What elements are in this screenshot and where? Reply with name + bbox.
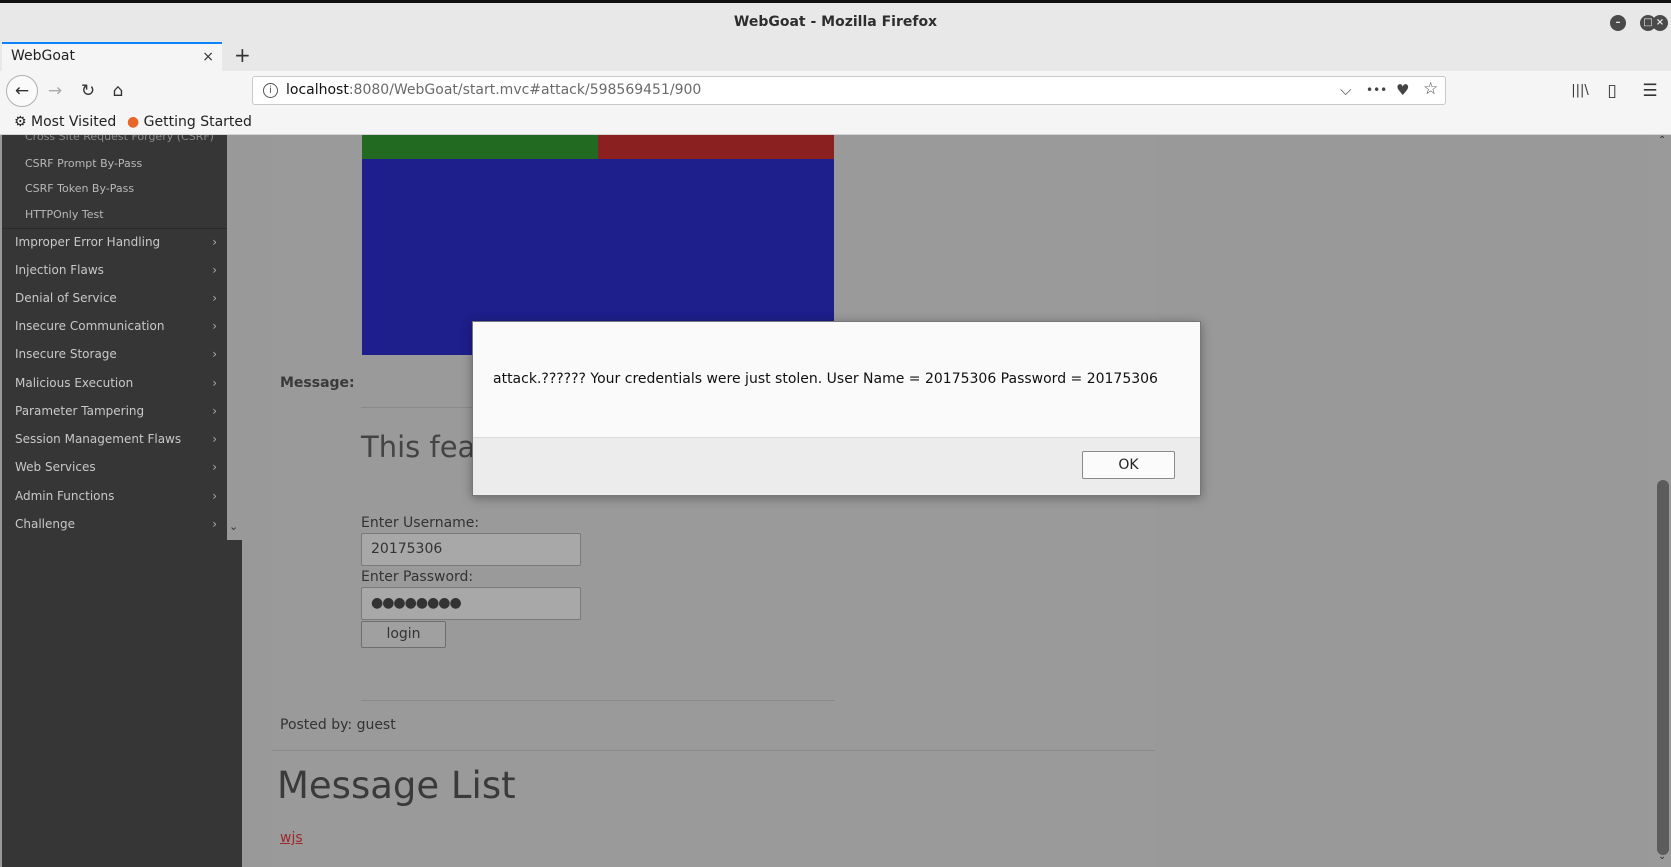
scroll-up-icon[interactable]: ⌃ xyxy=(1658,135,1666,146)
sidebar-item-challenge[interactable]: Challenge › xyxy=(15,517,217,531)
url-dropdown-icon[interactable]: ⌵ xyxy=(1340,81,1351,99)
url-bar[interactable]: i localhost:8080/WebGoat/start.mvc#attac… xyxy=(252,76,1446,105)
bookmark-star-icon[interactable]: ☆ xyxy=(1423,79,1438,99)
bookmark-most-visited[interactable]: ⚙ Most Visited xyxy=(14,114,116,130)
back-icon[interactable]: ← xyxy=(6,75,38,107)
url-path: :8080/WebGoat/start.mvc#attack/598569451… xyxy=(348,82,702,98)
sidebar-item-injection-flaws[interactable]: Injection Flaws › xyxy=(15,263,217,277)
sidebar-item-label: Parameter Tampering xyxy=(15,404,145,418)
username-input[interactable]: 20175306 xyxy=(361,533,581,566)
tab-strip: WebGoat × + xyxy=(0,42,1671,71)
sidebar-item-session-management-flaws[interactable]: Session Management Flaws › xyxy=(15,432,217,446)
site-info-icon[interactable]: i xyxy=(263,83,278,98)
close-window-icon[interactable]: × xyxy=(1652,15,1668,31)
login-button[interactable]: login xyxy=(361,621,446,648)
bookmarks-toolbar: ⚙ Most Visited ● Getting Started xyxy=(0,111,1671,135)
minimize-icon[interactable]: – xyxy=(1610,15,1626,31)
sidebar-item-improper-error-handling[interactable]: Improper Error Handling › xyxy=(15,235,217,249)
divider xyxy=(361,700,835,701)
sidebar-item-label: Insecure Storage xyxy=(15,347,117,361)
home-icon[interactable]: ⌂ xyxy=(104,77,132,105)
sidebar-item-malicious-execution[interactable]: Malicious Execution › xyxy=(15,376,217,390)
navigation-toolbar: ← → ↻ ⌂ i localhost:8080/WebGoat/start.m… xyxy=(0,71,1671,111)
sidebar-item-denial-of-service[interactable]: Denial of Service › xyxy=(15,291,217,305)
tab-close-icon[interactable]: × xyxy=(202,49,214,65)
url-text[interactable]: localhost:8080/WebGoat/start.mvc#attack/… xyxy=(286,82,701,98)
message-label: Message: xyxy=(280,375,355,391)
sidebar-toggle-icon[interactable]: ▯ xyxy=(1598,77,1626,105)
ok-button[interactable]: OK xyxy=(1082,451,1175,479)
bookmark-label: Getting Started xyxy=(143,114,252,130)
chevron-right-icon: › xyxy=(212,489,217,503)
sidebar-item-label: Challenge xyxy=(15,517,75,531)
sidebar-background xyxy=(2,540,242,867)
scroll-down-icon[interactable]: ⌄ xyxy=(1658,851,1666,862)
feature-notice: This feat xyxy=(361,430,487,464)
chevron-right-icon: › xyxy=(212,319,217,333)
page-actions-icon[interactable]: ••• xyxy=(1366,83,1387,97)
sidebar-item-insecure-storage[interactable]: Insecure Storage › xyxy=(15,347,217,361)
bookmark-getting-started[interactable]: ● Getting Started xyxy=(127,114,252,130)
alert-message: attack.?????? Your credentials were just… xyxy=(493,371,1158,387)
library-icon[interactable]: |||\ xyxy=(1566,77,1594,105)
pocket-icon[interactable]: ♥ xyxy=(1396,81,1409,99)
sidebar-item-parameter-tampering[interactable]: Parameter Tampering › xyxy=(15,404,217,418)
chevron-right-icon: › xyxy=(212,432,217,446)
chevron-right-icon: › xyxy=(212,235,217,249)
scroll-down-icon[interactable]: ⌄ xyxy=(229,520,238,533)
gear-icon: ⚙ xyxy=(14,114,27,130)
sidebar-subitem-httponly[interactable]: HTTPOnly Test xyxy=(25,208,104,221)
sidebar-divider xyxy=(2,228,227,229)
alert-footer: OK xyxy=(473,437,1200,495)
new-tab-icon[interactable]: + xyxy=(234,43,251,67)
chevron-right-icon: › xyxy=(212,404,217,418)
chevron-right-icon: › xyxy=(212,517,217,531)
window-titlebar: WebGoat - Mozilla Firefox – □ × xyxy=(0,0,1671,42)
sidebar-item-label: Web Services xyxy=(15,460,96,474)
password-label: Enter Password: xyxy=(361,569,474,585)
sidebar-subitem-csrf[interactable]: Cross Site Request Forgery (CSRF) xyxy=(25,135,214,143)
sidebar-scrollbar[interactable]: ⌄ xyxy=(227,135,242,540)
username-label: Enter Username: xyxy=(361,515,480,531)
message-list-title: Message List xyxy=(277,764,516,807)
sidebar-item-label: Admin Functions xyxy=(15,489,115,503)
chevron-right-icon: › xyxy=(212,263,217,277)
sidebar-item-label: Denial of Service xyxy=(15,291,117,305)
reload-icon[interactable]: ↻ xyxy=(74,77,102,105)
sidebar-subitem-csrf-token[interactable]: CSRF Token By-Pass xyxy=(25,182,134,195)
tab-webgoat[interactable]: WebGoat × xyxy=(2,42,222,71)
sidebar-item-insecure-communication[interactable]: Insecure Communication › xyxy=(15,319,217,333)
chevron-right-icon: › xyxy=(212,376,217,390)
sidebar-item-label: Malicious Execution xyxy=(15,376,134,390)
lesson-main: Message: This feat Enter Username: 20175… xyxy=(272,135,1155,867)
page-scrollbar[interactable]: ⌃ ⌄ xyxy=(1655,135,1671,867)
url-host: localhost xyxy=(286,82,349,98)
tab-title: WebGoat xyxy=(11,48,76,64)
chevron-right-icon: › xyxy=(212,347,217,361)
image-green-band xyxy=(362,135,598,159)
sidebar-item-label: Session Management Flaws xyxy=(15,432,182,446)
image-red-band xyxy=(598,135,834,159)
lesson-sidebar: Cross Site Request Forgery (CSRF) CSRF P… xyxy=(2,135,227,540)
sidebar-item-label: Injection Flaws xyxy=(15,263,104,277)
alert-dialog: attack.?????? Your credentials were just… xyxy=(472,321,1201,496)
scrollbar-thumb[interactable] xyxy=(1657,480,1669,855)
window-title: WebGoat - Mozilla Firefox xyxy=(733,14,938,30)
message-link[interactable]: wjs xyxy=(280,830,303,846)
password-input[interactable]: ●●●●●●●● xyxy=(361,587,581,620)
bookmark-label: Most Visited xyxy=(31,114,117,130)
menu-icon[interactable]: ☰ xyxy=(1636,77,1664,105)
divider xyxy=(272,750,1155,751)
forward-icon[interactable]: → xyxy=(41,77,69,105)
firefox-icon: ● xyxy=(127,114,140,130)
posted-by: Posted by: guest xyxy=(280,717,396,733)
chevron-right-icon: › xyxy=(212,291,217,305)
sidebar-item-admin-functions[interactable]: Admin Functions › xyxy=(15,489,217,503)
page-content: Cross Site Request Forgery (CSRF) CSRF P… xyxy=(0,135,1671,867)
sidebar-item-label: Insecure Communication xyxy=(15,319,165,333)
chevron-right-icon: › xyxy=(212,460,217,474)
sidebar-subitem-csrf-prompt[interactable]: CSRF Prompt By-Pass xyxy=(25,157,142,170)
sidebar-item-label: Improper Error Handling xyxy=(15,235,161,249)
sidebar-item-web-services[interactable]: Web Services › xyxy=(15,460,217,474)
